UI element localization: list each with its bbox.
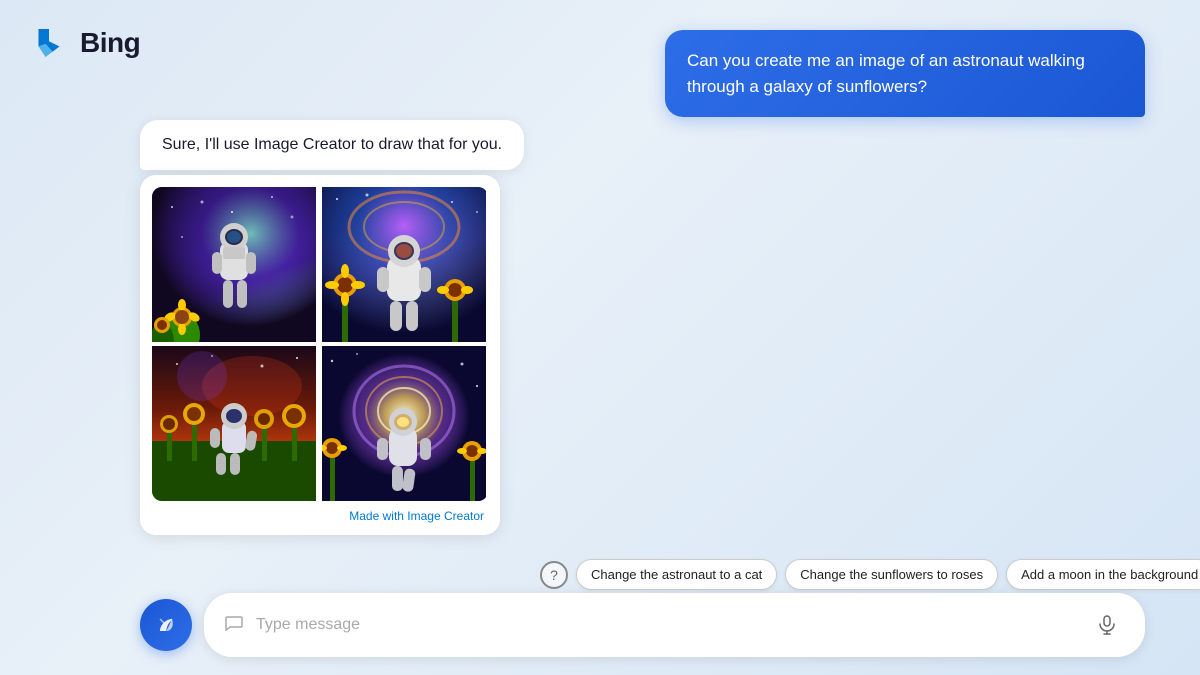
credit-prefix-text: Made with — [349, 509, 407, 523]
message-input-placeholder: Type message — [256, 616, 1077, 634]
image-grid-container: Made with Image Creator — [140, 175, 500, 535]
app-title: Bing — [80, 27, 140, 59]
suggestion-chip-2-label: Change the sunflowers to roses — [800, 567, 983, 582]
assistant-message-bubble: Sure, I'll use Image Creator to draw tha… — [140, 120, 524, 170]
suggestion-chip-1-label: Change the astronaut to a cat — [591, 567, 762, 582]
input-bar-container: Type message — [140, 593, 1145, 657]
help-button[interactable]: ? — [540, 561, 568, 589]
suggestion-chip-3-label: Add a moon in the background — [1021, 567, 1198, 582]
suggestion-chips-row: ? Change the astronaut to a cat Change t… — [540, 559, 1145, 590]
header: Bing — [28, 22, 140, 64]
user-message-bubble: Can you create me an image of an astrona… — [665, 30, 1145, 117]
copilot-icon — [152, 611, 180, 639]
generated-image-4[interactable] — [322, 346, 486, 501]
user-message-text: Can you create me an image of an astrona… — [687, 51, 1085, 96]
message-icon — [224, 613, 244, 638]
generated-image-3[interactable] — [152, 346, 316, 501]
assistant-message-text: Sure, I'll use Image Creator to draw tha… — [162, 136, 502, 153]
generated-image-2[interactable] — [322, 187, 486, 342]
suggestion-chip-2[interactable]: Change the sunflowers to roses — [785, 559, 998, 590]
bing-logo-icon — [28, 22, 70, 64]
help-icon: ? — [550, 567, 558, 583]
image-credit: Made with Image Creator — [152, 509, 488, 523]
image-grid — [152, 187, 488, 501]
suggestion-chip-1[interactable]: Change the astronaut to a cat — [576, 559, 777, 590]
image-creator-link[interactable]: Image Creator — [407, 509, 484, 523]
microphone-icon — [1097, 615, 1117, 635]
generated-image-1[interactable] — [152, 187, 316, 342]
message-input-bar[interactable]: Type message — [204, 593, 1145, 657]
copilot-button[interactable] — [140, 599, 192, 651]
microphone-button[interactable] — [1089, 607, 1125, 643]
suggestion-chip-3[interactable]: Add a moon in the background — [1006, 559, 1200, 590]
